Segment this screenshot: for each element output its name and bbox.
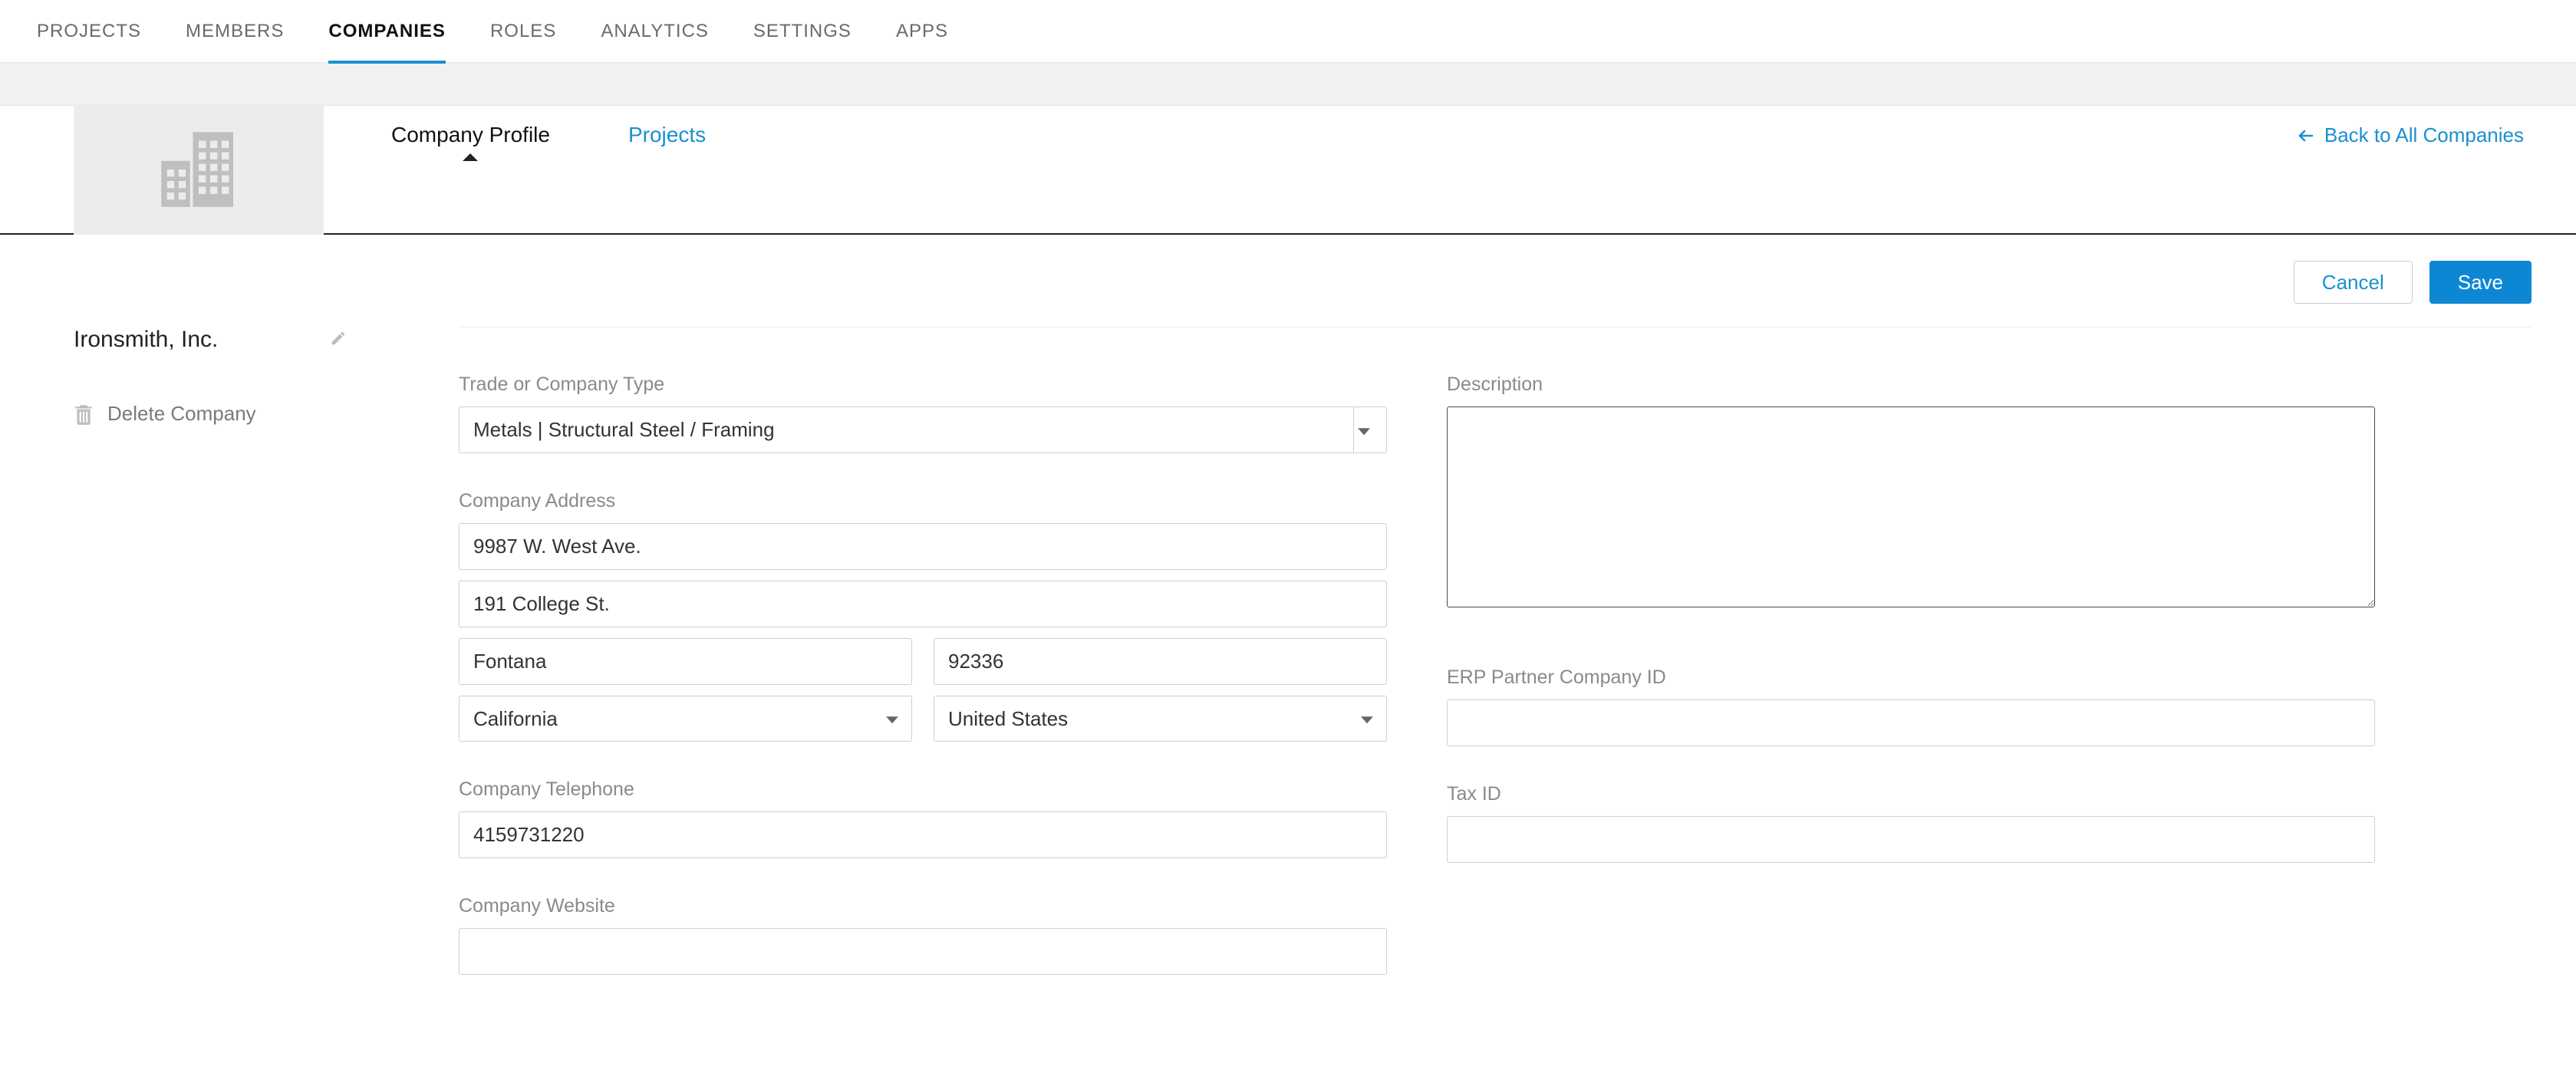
nav-apps[interactable]: APPS	[896, 0, 948, 63]
sub-strip	[0, 63, 2576, 106]
trade-type-value: Metals | Structural Steel / Framing	[459, 406, 1387, 453]
pencil-icon	[330, 330, 347, 347]
header-row: Company Profile Projects Back to All Com…	[0, 106, 2576, 235]
city-input[interactable]	[459, 638, 912, 685]
erp-group: ERP Partner Company ID	[1447, 667, 2375, 746]
tab-projects[interactable]: Projects	[628, 123, 706, 160]
address-group: Company Address California	[459, 490, 1387, 742]
form-left-column: Trade or Company Type Metals | Structura…	[459, 374, 1387, 1012]
state-select[interactable]: California	[459, 696, 912, 742]
tax-group: Tax ID	[1447, 783, 2375, 863]
phone-group: Company Telephone	[459, 778, 1387, 858]
back-link-label: Back to All Companies	[2324, 123, 2524, 147]
erp-label: ERP Partner Company ID	[1447, 667, 2375, 689]
country-select-control[interactable]: United States	[934, 696, 1387, 742]
country-select[interactable]: United States	[934, 696, 1387, 742]
top-nav: PROJECTS MEMBERS COMPANIES ROLES ANALYTI…	[0, 0, 2576, 63]
chevron-down-icon	[1353, 406, 1387, 453]
nav-projects[interactable]: PROJECTS	[37, 0, 141, 63]
action-row: Cancel Save	[459, 235, 2532, 327]
website-group: Company Website	[459, 895, 1387, 975]
tab-company-profile[interactable]: Company Profile	[391, 123, 550, 160]
description-textarea[interactable]	[1447, 406, 2375, 607]
delete-company-label: Delete Company	[107, 402, 256, 426]
save-button[interactable]: Save	[2429, 261, 2532, 304]
website-input[interactable]	[459, 928, 1387, 975]
description-group: Description	[1447, 374, 2375, 611]
trade-type-select[interactable]: Metals | Structural Steel / Framing	[459, 406, 1387, 453]
nav-members[interactable]: MEMBERS	[186, 0, 284, 63]
trade-type-label: Trade or Company Type	[459, 374, 1387, 396]
nav-analytics[interactable]: ANALYTICS	[601, 0, 709, 63]
website-label: Company Website	[459, 895, 1387, 917]
trash-icon	[74, 403, 94, 426]
address-line1-input[interactable]	[459, 523, 1387, 570]
delete-company-button[interactable]: Delete Company	[74, 402, 347, 426]
edit-company-name-button[interactable]	[330, 330, 347, 351]
main-panel: Cancel Save Trade or Company Type Metals…	[459, 235, 2576, 1073]
tax-label: Tax ID	[1447, 783, 2375, 805]
phone-label: Company Telephone	[459, 778, 1387, 801]
nav-settings[interactable]: SETTINGS	[753, 0, 852, 63]
tax-input[interactable]	[1447, 816, 2375, 863]
nav-companies[interactable]: COMPANIES	[328, 0, 446, 63]
company-name-row: Ironsmith, Inc.	[74, 327, 347, 353]
phone-input[interactable]	[459, 811, 1387, 858]
postal-input[interactable]	[934, 638, 1387, 685]
erp-input[interactable]	[1447, 699, 2375, 746]
company-name: Ironsmith, Inc.	[74, 327, 218, 353]
page-tabs: Company Profile Projects Back to All Com…	[391, 106, 2532, 160]
trade-type-group: Trade or Company Type Metals | Structura…	[459, 374, 1387, 453]
page-body: Ironsmith, Inc. Delete Company Cancel Sa…	[0, 235, 2576, 1073]
company-logo-placeholder	[74, 104, 324, 235]
address-label: Company Address	[459, 490, 1387, 512]
cancel-button[interactable]: Cancel	[2294, 261, 2413, 304]
form-right-column: Description ERP Partner Company ID Tax I…	[1447, 374, 2375, 1012]
sidebar: Ironsmith, Inc. Delete Company	[0, 235, 391, 1073]
building-icon	[153, 131, 245, 208]
description-label: Description	[1447, 374, 2375, 396]
address-line2-input[interactable]	[459, 581, 1387, 627]
state-select-control[interactable]: California	[459, 696, 912, 742]
nav-roles[interactable]: ROLES	[490, 0, 556, 63]
arrow-left-icon	[2297, 127, 2315, 145]
back-to-companies-link[interactable]: Back to All Companies	[2297, 123, 2532, 160]
form-columns: Trade or Company Type Metals | Structura…	[459, 374, 2532, 1012]
